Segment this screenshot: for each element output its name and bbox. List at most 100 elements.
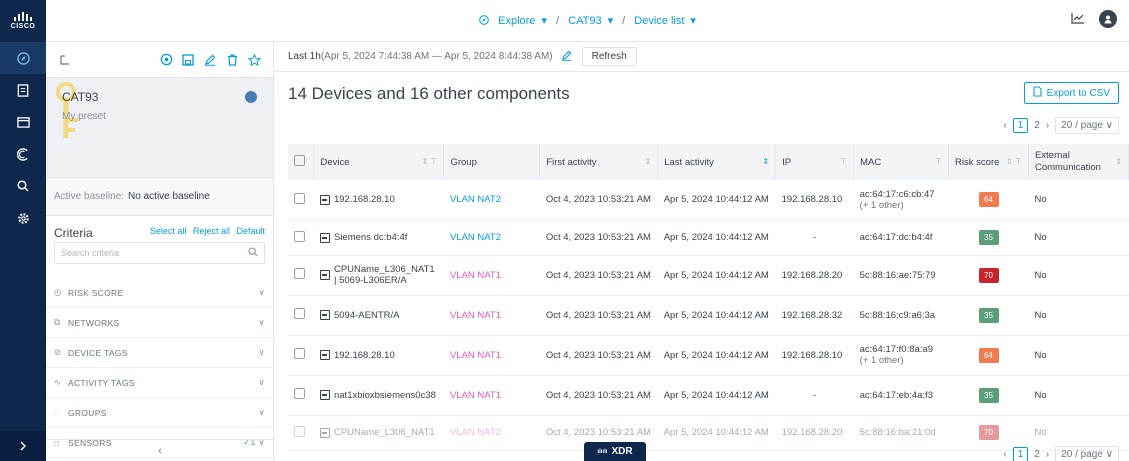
delete-icon[interactable] (221, 53, 243, 66)
device-name[interactable]: nat1xbioxbsiemens0c38 (334, 390, 436, 401)
column-risk-score[interactable]: Risk score ⇕ ⊤ (948, 144, 1029, 180)
table-row[interactable]: CPUName_L306_NAT1 | 5069-L306ER/A VLAN NA… (288, 255, 1129, 296)
table-row[interactable]: Siemens dc:b4:4f VLAN NAT2 Oct 4, 2023 10:… (288, 220, 1129, 256)
column-first-activity[interactable]: First activity ⇕ (539, 144, 659, 180)
device-name[interactable]: 5094-AENTR/A (334, 310, 399, 321)
column-ip[interactable]: IP ⊤ (775, 144, 855, 180)
group-cell[interactable]: VLAN NAT1 (443, 375, 540, 416)
search-icon[interactable] (248, 247, 258, 259)
edit-icon[interactable] (199, 54, 221, 66)
next-page-icon[interactable]: › (1046, 449, 1049, 460)
device-cell[interactable]: CPUName_L306_NAT1 (313, 415, 444, 451)
device-cell[interactable]: Siemens dc:b4:4f (313, 220, 444, 256)
criteria-activity-tags[interactable]: ∿ ACTIVITY TAGS ∨ (46, 368, 273, 398)
calendar-nav-icon[interactable] (0, 106, 46, 138)
default-link[interactable]: Default (236, 226, 265, 236)
group-cell[interactable]: VLAN NAT2 (443, 220, 540, 256)
column-mac[interactable]: MAC ⊤ (853, 144, 950, 180)
row-checkbox[interactable] (288, 180, 314, 221)
criteria-risk-score[interactable]: ◴ RISK SCORE ∨ (46, 278, 273, 308)
prev-page-icon[interactable]: ‹ (1003, 449, 1006, 460)
search-nav-icon[interactable] (0, 170, 46, 202)
column-device[interactable]: Device ⇕ ⊤ (313, 144, 445, 180)
collapse-panel-icon[interactable] (54, 54, 76, 66)
save-preset-icon[interactable] (177, 53, 199, 66)
group-link[interactable]: VLAN NAT1 (450, 390, 501, 401)
table-row[interactable]: 192.168.28.10 VLAN NAT1 Oct 4, 2023 10:53:… (288, 335, 1129, 376)
row-checkbox[interactable] (288, 255, 314, 296)
column-group[interactable]: Group (443, 144, 541, 180)
xdr-button[interactable]: ılıılı XDR (584, 442, 646, 461)
page-2[interactable]: 2 (1034, 449, 1040, 460)
device-name[interactable]: 192.168.28.10 (334, 350, 395, 361)
page-size-select[interactable]: 20 / page ∨ (1055, 117, 1119, 134)
chevron-down-icon[interactable]: ▾ (608, 15, 614, 27)
group-cell[interactable]: VLAN NAT1 (443, 295, 540, 336)
reports-nav-icon[interactable] (0, 74, 46, 106)
table-row[interactable]: nat1xbioxbsiemens0c38 VLAN NAT1 Oct 4, 202… (288, 375, 1129, 416)
group-cell[interactable]: VLAN NAT2 (443, 180, 540, 221)
chevron-down-icon[interactable]: ▾ (690, 15, 696, 27)
preset-card[interactable]: CAT93 My preset (46, 78, 273, 178)
device-cell[interactable]: CPUName_L306_NAT1 | 5069-L306ER/A (313, 255, 444, 296)
table-row[interactable]: 5094-AENTR/A VLAN NAT1 Oct 4, 2023 10:53:2… (288, 295, 1129, 336)
table-row[interactable]: 192.168.28.10 VLAN NAT2 Oct 4, 2023 10:53:… (288, 180, 1129, 221)
chevron-down-icon[interactable]: ∨ (258, 377, 265, 388)
device-name[interactable]: 192.168.28.10 (334, 194, 395, 205)
page-1[interactable]: 1 (1012, 118, 1029, 133)
collapse-left-icon[interactable]: ‹ (46, 439, 274, 461)
device-cell[interactable]: nat1xbioxbsiemens0c38 (313, 375, 444, 416)
page-1[interactable]: 1 (1012, 447, 1029, 461)
group-cell[interactable]: VLAN NAT1 (443, 255, 540, 296)
preset-view-icon[interactable] (155, 53, 177, 66)
explore-nav-icon[interactable] (0, 42, 46, 74)
next-page-icon[interactable]: › (1046, 120, 1049, 131)
device-cell[interactable]: 192.168.28.10 (313, 335, 444, 376)
chevron-down-icon[interactable]: ∨ (258, 347, 265, 358)
row-checkbox[interactable] (288, 375, 314, 416)
column-external-communication[interactable]: External Communication ⇕ (1028, 144, 1129, 180)
criteria-groups[interactable]: ◌ GROUPS ∨ (46, 398, 273, 428)
group-link[interactable]: VLAN NAT1 (450, 270, 501, 281)
column-last-activity[interactable]: Last activity ⇕ (657, 144, 777, 180)
device-cell[interactable]: 192.168.28.10 (313, 180, 444, 221)
device-name[interactable]: Siemens dc:b4:4f (334, 232, 407, 243)
device-cell[interactable]: 5094-AENTR/A (313, 295, 444, 336)
select-all-link[interactable]: Select all (150, 226, 187, 236)
reject-all-link[interactable]: Reject all (193, 226, 230, 236)
device-name[interactable]: CPUName_L306_NAT1 (334, 427, 435, 438)
breadcrumb-preset[interactable]: CAT93 (568, 15, 601, 27)
table-row[interactable]: CPUName_L306_NAT1 VLAN NAT2 Oct 4, 2023 10… (288, 415, 1129, 451)
edit-range-icon[interactable] (561, 50, 572, 64)
row-checkbox[interactable] (288, 220, 314, 256)
group-cell[interactable]: VLAN NAT1 (443, 335, 540, 376)
criteria-networks[interactable]: ⧉ NETWORKS ∨ (46, 308, 273, 338)
prev-page-icon[interactable]: ‹ (1003, 120, 1006, 131)
page-size-select[interactable]: 20 / page ∨ (1055, 446, 1119, 461)
group-link[interactable]: VLAN NAT1 (450, 350, 501, 361)
group-link[interactable]: VLAN NAT2 (450, 232, 501, 243)
refresh-button[interactable]: Refresh (581, 47, 637, 66)
group-cell[interactable]: VLAN NAT2 (443, 415, 540, 451)
chevron-down-icon[interactable]: ▾ (541, 15, 547, 27)
export-csv-button[interactable]: Export to CSV (1023, 82, 1119, 104)
info-icon[interactable] (245, 91, 257, 103)
device-name[interactable]: CPUName_L306_NAT1 | 5069-L306ER/A (334, 264, 438, 286)
row-checkbox[interactable] (288, 335, 314, 376)
breadcrumb-page[interactable]: Device list (634, 15, 684, 27)
chevron-down-icon[interactable]: ∨ (258, 317, 265, 328)
alerts-nav-icon[interactable] (0, 138, 46, 170)
group-link[interactable]: VLAN NAT2 (450, 427, 501, 438)
user-avatar-icon[interactable] (1099, 10, 1117, 28)
criteria-device-tags[interactable]: ⊘ DEVICE TAGS ∨ (46, 338, 273, 368)
group-link[interactable]: VLAN NAT1 (450, 310, 501, 321)
criteria-search-input[interactable]: Search criteria (54, 242, 265, 264)
group-link[interactable]: VLAN NAT2 (450, 194, 501, 205)
row-checkbox[interactable] (288, 415, 314, 451)
star-icon[interactable] (243, 53, 265, 66)
trend-chart-icon[interactable] (1071, 12, 1085, 27)
page-2[interactable]: 2 (1034, 120, 1040, 131)
expand-nav-icon[interactable] (0, 431, 46, 461)
breadcrumb-explore[interactable]: Explore (498, 15, 535, 27)
settings-nav-icon[interactable] (0, 202, 46, 234)
